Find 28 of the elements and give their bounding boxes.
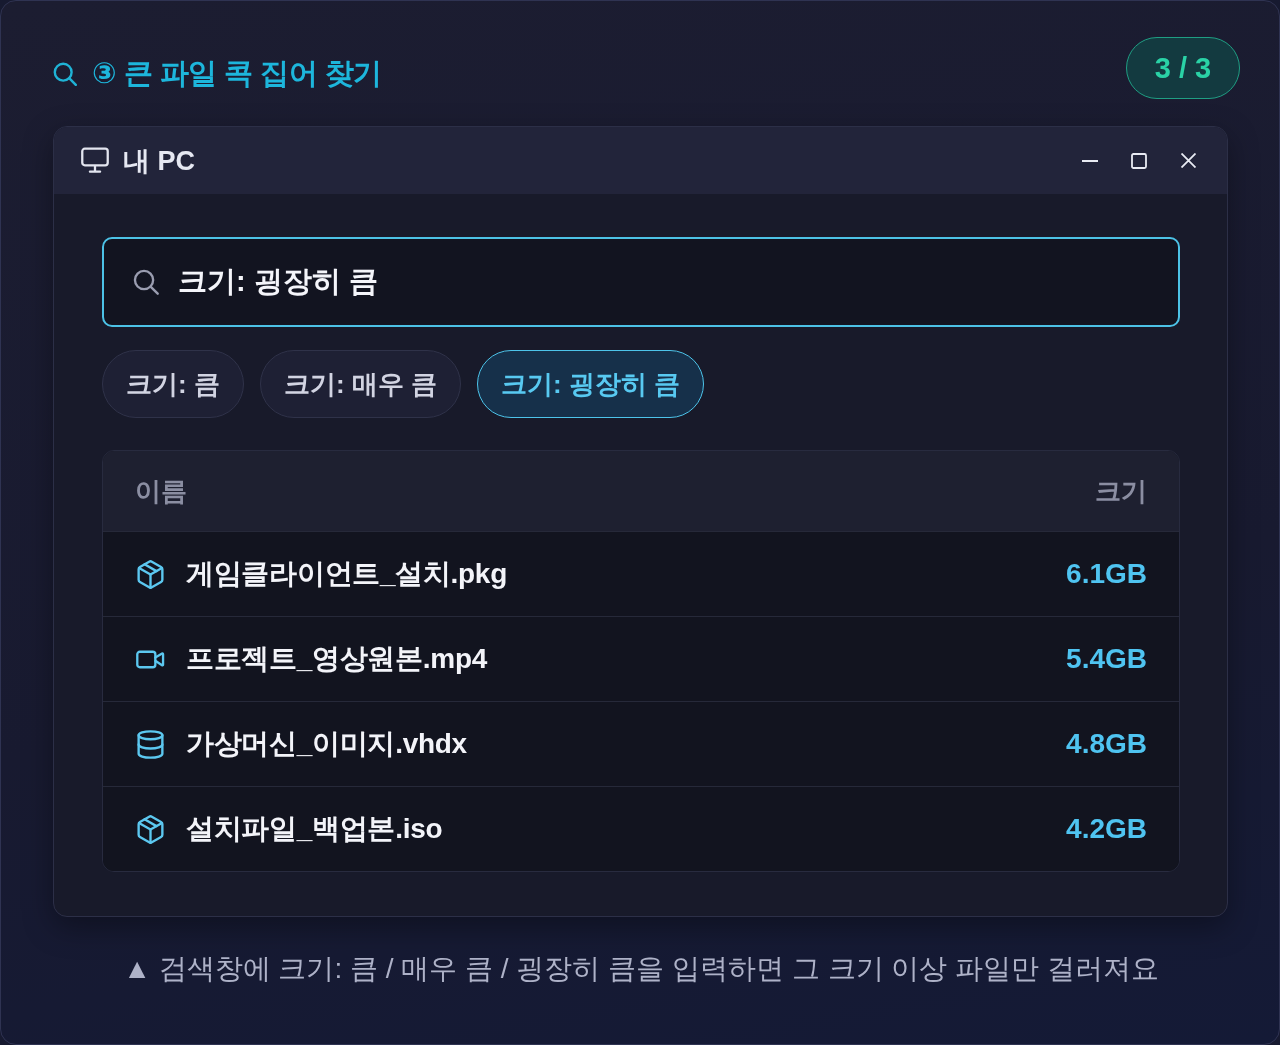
search-icon: [53, 62, 77, 86]
page-title: ③ 큰 파일 콕 집어 찾기: [92, 56, 382, 91]
file-name: 설치파일_백업본.iso: [186, 812, 443, 846]
file-size: 4.2GB: [1066, 813, 1147, 845]
window-title: 내 PC: [123, 144, 195, 178]
filter-chip[interactable]: 크기: 큼: [102, 350, 244, 418]
database-icon: [136, 729, 165, 759]
file-name: 프로젝트_영상원본.mp4: [186, 642, 488, 676]
filter-chip[interactable]: 크기: 굉장히 큼: [477, 350, 705, 418]
step-counter-badge: 3 / 3: [1126, 37, 1240, 99]
package-icon: [136, 814, 165, 844]
column-header: 이름: [135, 474, 187, 508]
search-field[interactable]: 크기: 굉장히 큼: [102, 237, 1180, 327]
file-row[interactable]: 설치파일_백업본.iso 4.2GB: [103, 786, 1179, 871]
close-icon: [1180, 153, 1196, 168]
filter-chip[interactable]: 크기: 매우 큼: [259, 350, 461, 418]
search-icon: [133, 269, 159, 295]
file-name: 가상머신_이미지.vhdx: [186, 727, 467, 761]
caption-text: ▲ 검색창에 크기: 큼 / 매우 큼 / 굉장히 큼을 입력하면 그 크기 이상 파일만 걸러져요: [122, 952, 1160, 986]
file-size: 5.4GB: [1066, 643, 1147, 675]
file-size: 4.8GB: [1066, 728, 1147, 760]
maximize-icon: [1131, 152, 1147, 169]
monitor-icon: [81, 147, 109, 174]
file-size: 6.1GB: [1066, 558, 1147, 590]
file-name: 게임클라이언트_설치.pkg: [186, 557, 507, 591]
package-icon: [136, 559, 165, 589]
column-header: 크기: [1095, 474, 1147, 508]
minimize-icon: [1082, 159, 1098, 162]
